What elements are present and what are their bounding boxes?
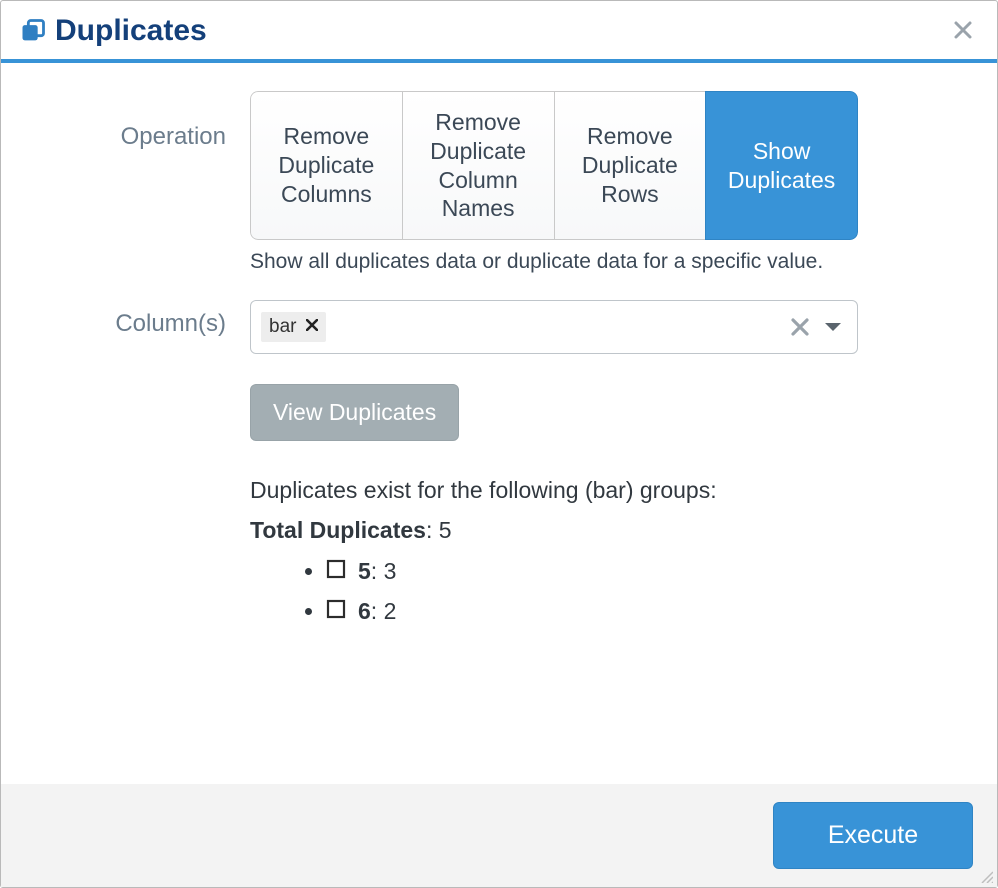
group-checkbox[interactable] [326,594,346,630]
resize-handle-icon[interactable] [979,869,993,883]
modal-title: Duplicates [19,14,207,48]
duplicates-total-count: 5 [439,517,452,543]
modal-body: Operation Remove Duplicate Columns Remov… [1,63,997,784]
duplicates-total-label: Total Duplicates [250,517,426,543]
columns-row: Column(s) bar [35,300,963,634]
duplicates-intro: Duplicates exist for the following (bar)… [250,473,858,509]
group-checkbox[interactable] [326,554,346,590]
list-item: 6: 2 [326,594,858,630]
duplicates-icon [19,17,47,45]
view-duplicates-wrap: View Duplicates [250,384,963,441]
columns-content: bar View Duplic [250,300,963,634]
operation-row: Operation Remove Duplicate Columns Remov… [35,91,963,274]
operation-option-remove-duplicate-columns[interactable]: Remove Duplicate Columns [250,91,402,240]
close-icon [953,15,973,46]
clear-all-icon[interactable] [791,314,809,340]
duplicates-modal: Duplicates Operation Remove Duplicate Co… [0,0,998,888]
modal-title-text: Duplicates [55,14,207,48]
duplicates-total: Total Duplicates: 5 [250,513,858,549]
modal-footer: Execute [1,784,997,887]
dropdown-caret-icon[interactable] [823,320,843,334]
operation-option-remove-duplicate-rows[interactable]: Remove Duplicate Rows [554,91,706,240]
duplicates-list: 5: 3 6: 2 [250,554,858,629]
duplicates-summary: Duplicates exist for the following (bar)… [250,473,858,630]
columns-chip-label: bar [269,316,296,338]
group-count: 2 [384,598,397,624]
operation-description: Show all duplicates data or duplicate da… [250,250,858,274]
group-count: 3 [384,558,397,584]
execute-button[interactable]: Execute [773,802,973,869]
operation-label: Operation [35,91,250,151]
modal-header: Duplicates [1,1,997,63]
group-value: 5 [358,558,371,584]
chip-remove-icon[interactable] [306,318,318,336]
group-value: 6 [358,598,371,624]
columns-chip: bar [261,312,326,342]
operation-content: Remove Duplicate Columns Remove Duplicat… [250,91,963,274]
columns-label: Column(s) [35,300,250,338]
columns-multiselect[interactable]: bar [250,300,858,354]
operation-option-show-duplicates[interactable]: Show Duplicates [705,91,858,240]
columns-controls [791,314,847,340]
operation-option-remove-duplicate-column-names[interactable]: Remove Duplicate Column Names [402,91,554,240]
close-button[interactable] [947,13,979,49]
operation-segmented: Remove Duplicate Columns Remove Duplicat… [250,91,858,240]
list-item: 5: 3 [326,554,858,590]
view-duplicates-button[interactable]: View Duplicates [250,384,459,441]
